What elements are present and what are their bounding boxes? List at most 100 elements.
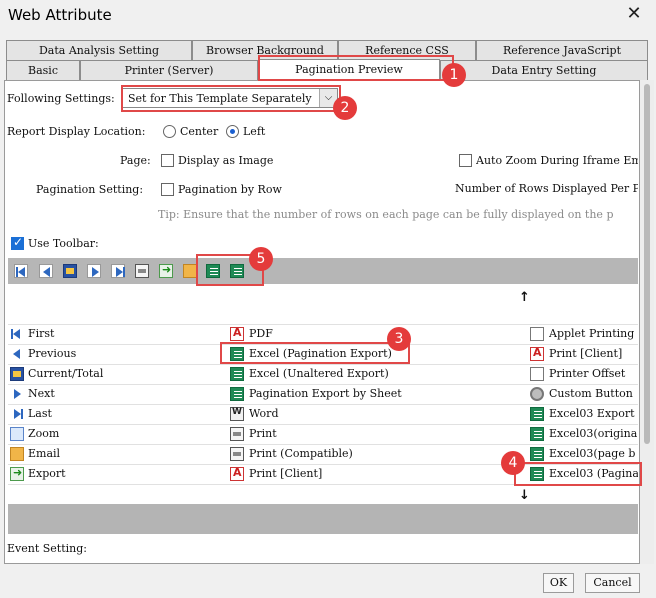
print-icon [230, 447, 244, 461]
next-page-icon[interactable] [85, 262, 103, 280]
next-icon [10, 387, 24, 401]
list-item[interactable]: Previous [28, 347, 76, 360]
export-icon[interactable] [157, 262, 175, 280]
move-down-icon[interactable]: ↓ [519, 488, 530, 503]
excel-icon [230, 387, 244, 401]
excel03-pagination-export-toolbar-icon[interactable] [228, 262, 246, 280]
list-item[interactable]: Print [Client] [549, 347, 638, 360]
display-as-image-checkbox[interactable] [161, 154, 174, 167]
zoom-icon [10, 427, 24, 441]
print-client-icon [530, 346, 544, 361]
tab-basic[interactable]: Basic [6, 60, 80, 80]
left-label: Left [243, 125, 266, 138]
list-item[interactable]: Printer Offset [549, 367, 638, 380]
pdf-icon [230, 326, 244, 341]
list-item[interactable]: Excel (Unaltered Export) [249, 367, 389, 380]
following-settings-value: Set for This Template Separately [128, 92, 312, 105]
tab-browser-background[interactable]: Browser Background [192, 40, 338, 60]
current-total-icon [10, 367, 24, 381]
excel-icon [530, 427, 544, 441]
excel-icon [530, 467, 544, 481]
list-item[interactable]: PDF [249, 327, 273, 340]
event-setting-label: Event Setting: [7, 542, 87, 555]
word-icon [230, 407, 244, 421]
tab-data-analysis-setting[interactable]: Data Analysis Setting [6, 40, 192, 60]
auto-zoom-checkbox[interactable] [459, 154, 472, 167]
excel-icon [530, 407, 544, 421]
export-icon [10, 466, 24, 481]
step-badge-5: 5 [249, 247, 273, 271]
rows-per-page-label: Number of Rows Displayed Per P [455, 182, 638, 195]
following-settings-select[interactable]: Set for This Template Separately ⌵ [122, 88, 338, 108]
list-item[interactable]: Zoom [28, 427, 59, 440]
tab-data-entry-setting[interactable]: Data Entry Setting [440, 60, 648, 80]
printer-offset-icon [530, 367, 544, 381]
first-icon [10, 327, 24, 341]
vertical-scrollbar[interactable] [640, 80, 654, 564]
close-icon[interactable]: ✕ [622, 2, 646, 26]
step-badge-1: 1 [442, 63, 466, 87]
list-item[interactable]: Print [249, 427, 277, 440]
excel-pagination-export-toolbar-icon[interactable] [204, 262, 222, 280]
center-label: Center [180, 125, 219, 138]
applet-icon [530, 327, 544, 341]
display-as-image-label: Display as Image [178, 154, 274, 167]
email-icon [10, 447, 24, 461]
excel-icon [230, 347, 244, 361]
use-toolbar-checkbox[interactable] [11, 235, 24, 250]
list-item[interactable]: Export [28, 467, 66, 480]
tip-text: Tip: Ensure that the number of rows on e… [158, 208, 614, 221]
use-toolbar-label: Use Toolbar: [28, 237, 99, 250]
tab-pagination-preview[interactable]: Pagination Preview [258, 59, 440, 81]
window-title: Web Attribute [8, 6, 112, 24]
step-badge-2: 2 [333, 96, 357, 120]
pagination-by-row-label: Pagination by Row [178, 183, 282, 196]
list-item[interactable]: Applet Printing [549, 327, 638, 340]
list-item[interactable]: Next [28, 387, 55, 400]
list-item[interactable]: Current/Total [28, 367, 103, 380]
list-item[interactable]: Excel03(origina [549, 427, 638, 440]
tab-reference-javascript[interactable]: Reference JavaScript [476, 40, 648, 60]
first-page-icon[interactable] [12, 262, 30, 280]
pagination-by-row-checkbox[interactable] [161, 183, 174, 196]
last-page-icon[interactable] [109, 262, 127, 280]
move-up-icon[interactable]: ↑ [519, 290, 530, 305]
table-row [8, 484, 638, 504]
step-badge-3: 3 [387, 327, 411, 351]
list-item[interactable]: Last [28, 407, 52, 420]
previous-page-icon[interactable] [37, 262, 55, 280]
list-item[interactable]: Print (Compatible) [249, 447, 353, 460]
cancel-button[interactable]: Cancel [585, 573, 640, 593]
list-item[interactable]: First [28, 327, 54, 340]
list-item[interactable]: Pagination Export by Sheet [249, 387, 402, 400]
last-icon [10, 407, 24, 421]
print-client-icon [230, 466, 244, 481]
list-item[interactable]: Email [28, 447, 60, 460]
list-item[interactable]: Word [249, 407, 278, 420]
following-settings-label: Following Settings: [7, 92, 115, 105]
print-icon[interactable] [133, 262, 151, 280]
excel-icon [230, 367, 244, 381]
print-icon [230, 427, 244, 441]
list-item[interactable]: Print [Client] [249, 467, 322, 480]
left-radio[interactable] [226, 125, 239, 138]
toolbar-drop-area [8, 504, 638, 534]
tab-printer-server[interactable]: Printer (Server) [80, 60, 258, 80]
current-total-icon[interactable] [61, 262, 79, 280]
list-item[interactable]: Excel03 Export [549, 407, 638, 420]
pagination-setting-label: Pagination Setting: [36, 183, 144, 196]
excel-icon [530, 447, 544, 461]
list-item[interactable]: Excel (Pagination Export) [249, 347, 392, 360]
scrollbar-thumb[interactable] [644, 84, 650, 444]
list-item[interactable]: Excel03 (Pagina [549, 467, 638, 480]
center-radio[interactable] [163, 125, 176, 138]
step-badge-4: 4 [501, 451, 525, 475]
list-item[interactable]: Excel03(page b [549, 447, 638, 460]
page-label: Page: [120, 154, 151, 167]
previous-icon [10, 347, 24, 361]
ok-button[interactable]: OK [543, 573, 574, 593]
list-item[interactable]: Custom Button [549, 387, 638, 400]
email-icon[interactable] [181, 262, 199, 280]
tab-reference-css[interactable]: Reference CSS [338, 40, 476, 60]
auto-zoom-label: Auto Zoom During Iframe Emb [476, 154, 638, 167]
